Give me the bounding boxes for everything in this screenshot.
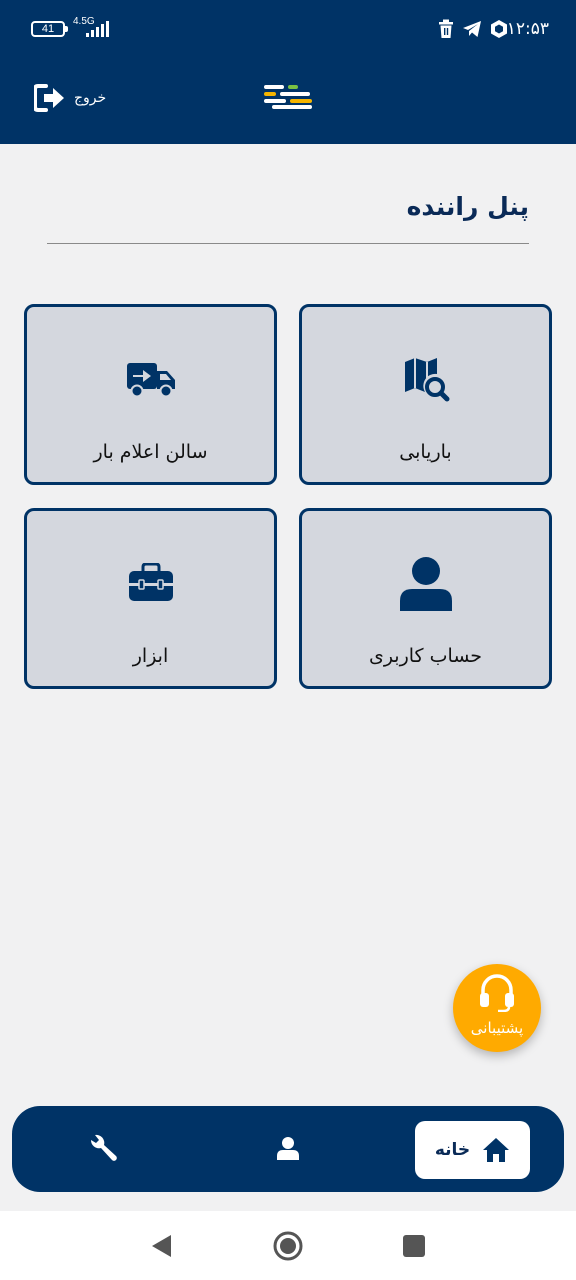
- vpn-icon: [491, 20, 507, 38]
- nav-home-button[interactable]: خانه: [415, 1121, 530, 1179]
- recents-icon[interactable]: [399, 1231, 429, 1261]
- battery-indicator: 41: [31, 21, 68, 37]
- bottom-navigation: خانه: [12, 1106, 564, 1192]
- home-icon: [483, 1138, 510, 1162]
- card-bar-search[interactable]: باریابی: [299, 304, 552, 485]
- wrench-icon: [90, 1134, 117, 1161]
- system-navigation-bar: [0, 1211, 576, 1280]
- card-cargo-hall[interactable]: سالن اعلام بار: [24, 304, 277, 485]
- user-icon: [277, 1137, 299, 1160]
- app-header: 41 4.5G ۱۲:۵۳ خروج: [0, 0, 576, 144]
- headset-icon: [480, 974, 514, 1012]
- toolbox-icon: [123, 559, 179, 607]
- card-label: ابزار: [132, 645, 169, 667]
- nav-tools-button[interactable]: [87, 1132, 119, 1164]
- trash-icon: [439, 19, 453, 38]
- truck-arrow-icon: [123, 355, 179, 403]
- user-icon: [398, 557, 454, 611]
- nav-home-label: خانه: [434, 1140, 471, 1160]
- clock: ۱۲:۵۳: [506, 19, 549, 39]
- card-tools[interactable]: ابزار: [24, 508, 277, 689]
- map-search-icon: [398, 355, 454, 403]
- card-label: باریابی: [399, 441, 452, 463]
- logout-button[interactable]: خروج: [34, 82, 106, 114]
- nav-profile-button[interactable]: [272, 1132, 304, 1164]
- logout-label: خروج: [74, 90, 107, 106]
- back-icon[interactable]: [147, 1231, 177, 1261]
- status-bar: 41 4.5G ۱۲:۵۳: [0, 0, 576, 58]
- title-divider: [47, 243, 529, 244]
- telegram-icon: [463, 21, 481, 37]
- home-circle-icon[interactable]: [273, 1231, 303, 1261]
- signal-icon: [82, 19, 112, 37]
- card-label: سالن اعلام بار: [93, 441, 208, 463]
- logout-icon: [34, 84, 64, 112]
- card-label: حساب کاربری: [368, 645, 483, 667]
- page-title: پنل راننده: [406, 192, 529, 221]
- app-logo: [264, 85, 312, 109]
- support-label: پشتیبانی: [470, 1019, 524, 1037]
- support-button[interactable]: پشتیبانی: [453, 964, 541, 1052]
- card-user-account[interactable]: حساب کاربری: [299, 508, 552, 689]
